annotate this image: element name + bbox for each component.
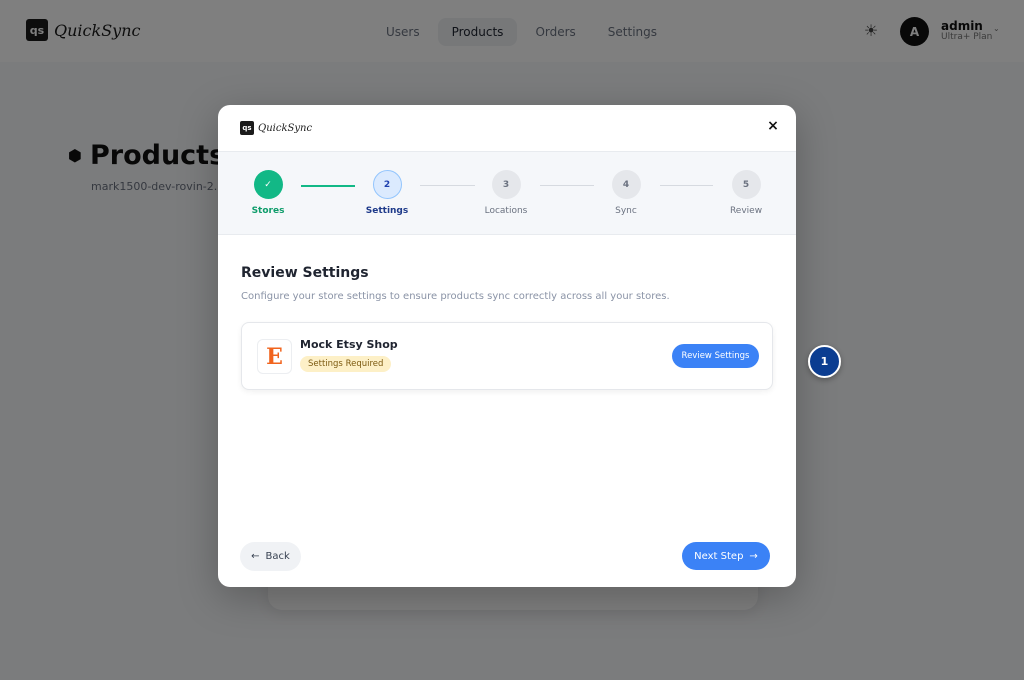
step-circle: ✓ bbox=[253, 170, 283, 199]
step-label: Locations bbox=[484, 206, 528, 216]
modal-header: qs QuickSync × bbox=[218, 105, 796, 151]
close-icon[interactable]: × bbox=[764, 117, 782, 135]
etsy-logo-icon: E bbox=[257, 339, 292, 374]
back-label: Back bbox=[265, 551, 290, 562]
status-badge: Settings Required bbox=[300, 356, 392, 372]
step-circle: 3 bbox=[491, 170, 521, 199]
step-settings[interactable]: 2 Settings bbox=[347, 170, 427, 216]
store-name: Mock Etsy Shop bbox=[300, 338, 398, 351]
section-description: Configure your store settings to ensure … bbox=[241, 291, 670, 302]
logo-mark: qs bbox=[240, 121, 254, 135]
step-circle: 4 bbox=[611, 170, 641, 199]
next-step-button[interactable]: Next Step → bbox=[682, 542, 770, 570]
arrow-right-icon: → bbox=[749, 550, 758, 562]
wizard-stepper: ✓ Stores 2 Settings 3 Locations 4 Sync 5… bbox=[218, 151, 796, 235]
review-settings-button[interactable]: Review Settings bbox=[672, 344, 759, 368]
logo-wordmark: QuickSync bbox=[258, 122, 313, 134]
step-review[interactable]: 5 Review bbox=[706, 170, 786, 216]
annotation-marker: 1 bbox=[808, 345, 841, 378]
step-circle: 5 bbox=[731, 170, 761, 199]
back-button[interactable]: ← Back bbox=[240, 542, 301, 571]
modal-logo: qs QuickSync bbox=[240, 121, 312, 135]
step-label: Sync bbox=[615, 206, 637, 216]
store-card: E Mock Etsy Shop Settings Required Revie… bbox=[241, 322, 773, 390]
step-locations[interactable]: 3 Locations bbox=[466, 170, 546, 216]
step-label: Review bbox=[729, 206, 763, 216]
step-label: Stores bbox=[251, 206, 285, 216]
next-label: Next Step bbox=[694, 550, 744, 562]
step-label: Settings bbox=[365, 206, 409, 216]
step-stores[interactable]: ✓ Stores bbox=[228, 170, 308, 216]
section-title: Review Settings bbox=[241, 265, 369, 281]
arrow-left-icon: ← bbox=[251, 551, 260, 562]
setup-wizard-modal: qs QuickSync × ✓ Stores 2 Settings 3 Loc… bbox=[218, 105, 796, 587]
step-circle: 2 bbox=[372, 170, 402, 199]
step-sync[interactable]: 4 Sync bbox=[586, 170, 666, 216]
